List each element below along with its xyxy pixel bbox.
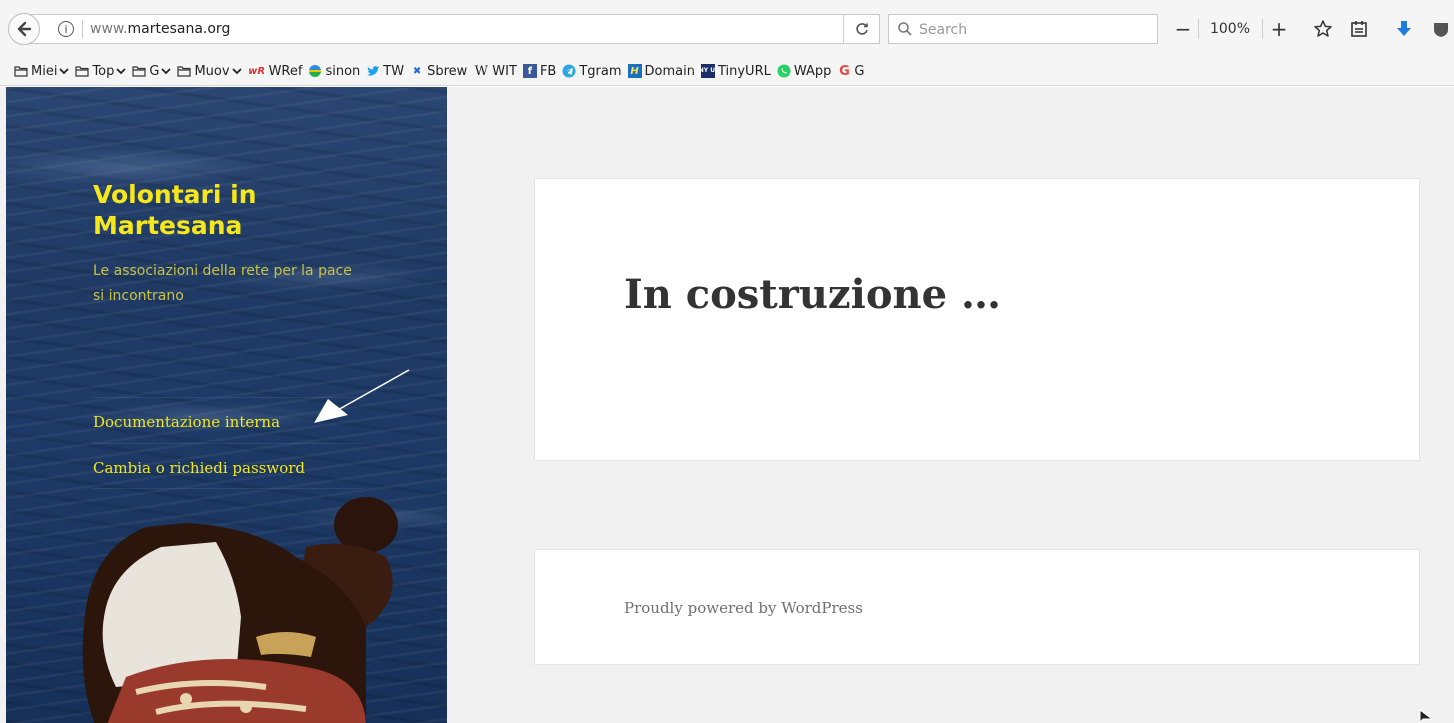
mouse-cursor-icon <box>1419 709 1433 723</box>
search-icon <box>898 22 912 36</box>
bookmark-tw[interactable]: TW <box>366 64 404 79</box>
shield-icon <box>1434 23 1448 37</box>
bookmark-domain[interactable]: H Domain <box>627 63 695 79</box>
bookmark-google[interactable]: G G <box>837 64 864 79</box>
zoom-separator <box>1198 19 1199 39</box>
telegram-icon <box>562 64 576 78</box>
bookmark-label: G <box>854 63 865 79</box>
zoom-reset-button[interactable]: 100% <box>1200 13 1260 45</box>
bookmark-star-button[interactable] <box>1309 13 1337 45</box>
post-title[interactable]: In costruzione … <box>624 271 1001 318</box>
bookmark-wref[interactable]: wR WRef <box>248 63 303 79</box>
bookmark-label: WIT <box>492 63 517 79</box>
sbrew-icon: ✖ <box>412 65 422 77</box>
post-card: In costruzione … <box>534 178 1420 461</box>
chevron-down-icon <box>59 68 70 75</box>
bookmark-label: FB <box>539 63 557 79</box>
site-sidebar: Volontari in Martesana Le associazioni d… <box>6 87 447 723</box>
zoom-in-button[interactable]: + <box>1266 13 1292 45</box>
bookmark-folder-miei[interactable]: Miei <box>14 63 70 79</box>
bookmark-folder-g[interactable]: G <box>132 63 172 79</box>
download-button[interactable] <box>1390 13 1418 45</box>
chevron-down-icon <box>116 68 127 75</box>
url-bar[interactable]: i www.martesana.org <box>28 14 880 44</box>
search-placeholder: Search <box>919 22 968 38</box>
bookmark-label: Tgram <box>579 63 622 79</box>
bookmark-folder-muov[interactable]: Muov <box>177 63 242 79</box>
reader-view-button[interactable] <box>1345 13 1373 45</box>
twitter-icon <box>367 66 380 76</box>
extension-button[interactable] <box>1432 13 1454 45</box>
zoom-separator <box>1262 19 1263 39</box>
url-prefix: www. <box>90 21 128 37</box>
bookmark-label: Domain <box>644 63 695 79</box>
wikipedia-icon: W <box>474 63 488 79</box>
bookmark-tgram[interactable]: Tgram <box>562 63 622 79</box>
url-host: martesana.org <box>127 21 231 37</box>
whatsapp-icon <box>777 64 791 78</box>
reload-icon <box>855 23 868 35</box>
back-arrow-icon <box>17 21 32 37</box>
footer-credit-link[interactable]: Proudly powered by WordPress <box>624 599 863 617</box>
reader-view-icon <box>1351 21 1367 37</box>
bookmark-label: Muov <box>194 63 230 79</box>
google-icon: G <box>839 63 850 79</box>
url-text[interactable]: www.martesana.org <box>90 21 230 37</box>
mother-and-child-photo <box>82 497 398 723</box>
bookmark-label: Miei <box>31 63 58 79</box>
menu-item-cambia-password[interactable]: Cambia o richiedi password <box>93 443 363 489</box>
sinon-icon <box>309 65 322 77</box>
bookmark-tinyurl[interactable]: TINY URL TinyURL <box>692 63 771 79</box>
info-icon[interactable]: i <box>58 21 74 37</box>
bookmark-sbrew[interactable]: ✖ Sbrew <box>410 64 467 79</box>
bookmark-wapp[interactable]: WApp <box>777 63 832 79</box>
wordreference-icon: wR <box>248 65 266 77</box>
bookmark-label: Sbrew <box>427 63 468 79</box>
bookmark-fb[interactable]: f FB <box>522 63 557 79</box>
domain-icon: H <box>627 64 642 78</box>
bookmark-label: Top <box>92 63 115 79</box>
site-description: Le associazioni della rete per la pace s… <box>93 263 352 304</box>
bookmark-label: TW <box>383 63 405 79</box>
bookmark-folder-top[interactable]: Top <box>75 63 127 79</box>
bookmark-label: WApp <box>793 63 832 79</box>
bookmarks-toolbar: Miei Top G Muov wR WRef sinon TW ✖ Sbrew… <box>0 57 1454 86</box>
facebook-icon: f <box>522 64 537 78</box>
folder-icon <box>14 66 28 77</box>
folder-icon <box>132 66 146 77</box>
bookmark-label: TinyURL <box>717 63 771 79</box>
page-viewport: Volontari in Martesana Le associazioni d… <box>0 87 1454 723</box>
reload-button[interactable] <box>843 15 879 43</box>
bookmark-sinon[interactable]: sinon <box>308 64 360 79</box>
annotation-arrow-icon <box>314 369 410 423</box>
back-button[interactable] <box>8 13 40 45</box>
folder-icon <box>177 66 192 77</box>
star-icon <box>1314 20 1332 37</box>
download-icon <box>1397 21 1411 36</box>
zoom-out-button[interactable]: − <box>1170 13 1196 45</box>
url-separator <box>82 20 83 38</box>
folder-icon <box>75 66 90 77</box>
site-title[interactable]: Volontari in Martesana <box>93 179 333 241</box>
site-footer: Proudly powered by WordPress <box>534 549 1420 665</box>
tinyurl-icon: TINY URL <box>692 64 724 78</box>
bookmark-label: G <box>149 63 160 79</box>
bookmark-wit[interactable]: W WIT <box>473 64 517 79</box>
chevron-down-icon <box>161 68 172 75</box>
browser-navbar: i www.martesana.org Search − 100% + <box>0 0 1454 57</box>
bookmark-label: sinon <box>325 63 361 79</box>
chevron-down-icon <box>231 68 242 75</box>
search-bar[interactable]: Search <box>888 14 1158 44</box>
bookmark-label: WRef <box>268 63 303 79</box>
